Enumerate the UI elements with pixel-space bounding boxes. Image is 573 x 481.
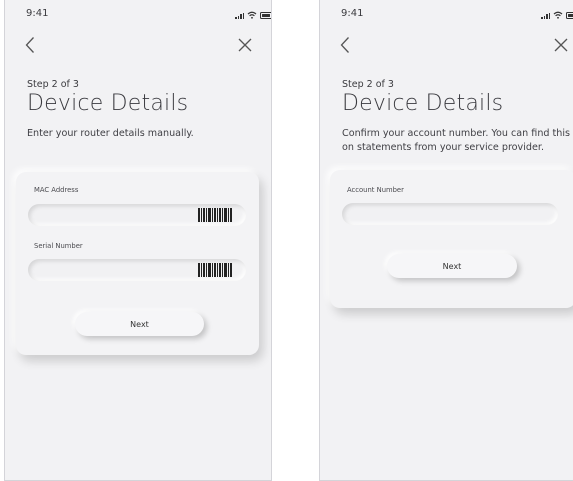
status-icons — [235, 11, 271, 19]
step-indicator: Step 2 of 3 — [27, 79, 79, 90]
back-button[interactable] — [334, 34, 356, 56]
page-title: Device Details — [342, 91, 504, 116]
serial-number-field[interactable] — [28, 259, 246, 281]
battery-icon — [260, 12, 271, 19]
account-number-label: Account Number — [347, 186, 404, 194]
mac-address-field[interactable] — [28, 204, 246, 226]
serial-number-label: Serial Number — [34, 242, 83, 250]
signal-icon — [541, 12, 551, 19]
barcode-icon[interactable] — [198, 263, 232, 277]
wifi-icon — [553, 11, 563, 19]
next-button[interactable]: Next — [387, 254, 517, 278]
signal-icon — [235, 12, 245, 19]
page-description: Enter your router details manually. — [27, 128, 194, 139]
status-time: 9:41 — [26, 8, 49, 19]
next-button[interactable]: Next — [75, 312, 204, 336]
chevron-left-icon — [25, 37, 34, 53]
barcode-icon[interactable] — [198, 208, 232, 222]
status-time: 9:41 — [341, 8, 364, 19]
close-icon — [238, 38, 252, 52]
router-details-card: MAC Address Serial Number Next — [16, 172, 259, 355]
phone-screen-router-details: 9:41 Step 2 of 3 Device Details Enter yo… — [4, 0, 272, 481]
account-number-field[interactable] — [342, 203, 558, 225]
status-icons — [541, 11, 573, 19]
page-title: Device Details — [27, 91, 189, 116]
battery-icon — [566, 12, 573, 19]
close-icon — [554, 38, 568, 52]
step-indicator: Step 2 of 3 — [342, 79, 394, 90]
account-number-card: Account Number Next — [330, 170, 573, 308]
close-button[interactable] — [550, 34, 572, 56]
back-button[interactable] — [19, 34, 41, 56]
close-button[interactable] — [234, 34, 256, 56]
mac-address-label: MAC Address — [34, 186, 79, 194]
phone-screen-account-number: 9:41 Step 2 of 3 Device Details Confirm … — [319, 0, 573, 481]
chevron-left-icon — [340, 37, 349, 53]
wifi-icon — [247, 11, 257, 19]
page-description: Confirm your account number. You can fin… — [342, 128, 571, 153]
